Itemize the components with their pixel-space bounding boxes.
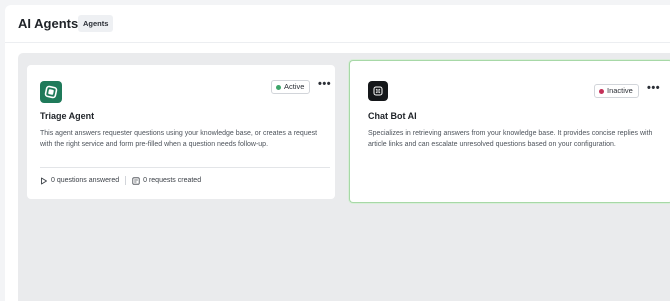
card-divider <box>40 167 330 168</box>
status-dot-icon <box>599 88 604 94</box>
requests-created-label: 0 requests created <box>143 177 202 184</box>
agent-description: Specializes in retrieving answers from y… <box>368 130 653 148</box>
agent-description: This agent answers requester questions u… <box>40 130 318 148</box>
agent-stats: 0 questions answered 0 requests created <box>40 176 201 185</box>
agents-grid: Active ••• Triage Agent This agent answe… <box>18 53 670 301</box>
questions-answered-stat: 0 questions answered <box>40 177 119 185</box>
play-icon <box>40 177 48 185</box>
app-frame: AI Agents Agents Active ••• Triage Agent… <box>5 5 670 301</box>
page-title: AI Agents <box>18 16 79 31</box>
chat-bot-logo-icon <box>368 81 388 101</box>
more-options-button[interactable]: ••• <box>318 79 331 90</box>
questions-answered-label: 0 questions answered <box>51 177 120 184</box>
more-options-button[interactable]: ••• <box>647 83 660 94</box>
status-label: Inactive <box>607 86 633 95</box>
agent-card-chat-bot[interactable]: Inactive ••• Chat Bot AI Specializes in … <box>349 60 670 203</box>
agent-card-triage[interactable]: Active ••• Triage Agent This agent answe… <box>27 65 335 199</box>
status-badge: Inactive <box>594 84 639 98</box>
status-label: Active <box>284 82 305 91</box>
agents-tag: Agents <box>78 15 114 32</box>
status-dot-icon <box>276 84 281 90</box>
form-icon <box>132 176 140 185</box>
agent-name: Chat Bot AI <box>368 111 417 121</box>
page-header: AI Agents Agents <box>5 5 670 43</box>
status-badge: Active <box>271 80 311 94</box>
triage-agent-logo-icon <box>40 81 62 103</box>
requests-created-stat: 0 requests created <box>132 176 202 185</box>
agent-name: Triage Agent <box>40 111 95 121</box>
stat-separator <box>125 176 127 185</box>
